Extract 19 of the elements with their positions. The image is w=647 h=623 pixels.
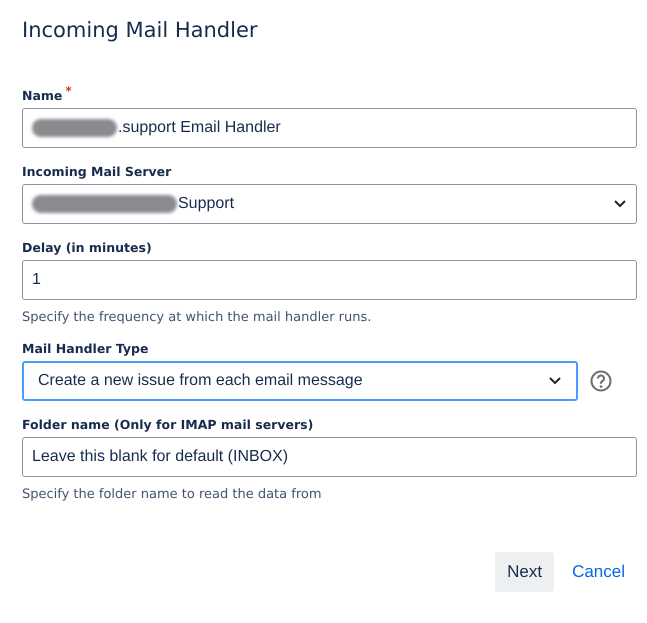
help-icon[interactable] bbox=[590, 370, 612, 392]
cancel-link[interactable]: Cancel bbox=[560, 552, 637, 592]
input-field[interactable]: .support Email Handler bbox=[22, 108, 637, 148]
dropdown-field[interactable]: Create a new issue from each email message bbox=[22, 361, 578, 401]
chevron-down-icon bbox=[613, 199, 627, 209]
dropdown-field[interactable]: Support bbox=[22, 184, 637, 224]
dialog-title: Incoming Mail Handler bbox=[22, 18, 259, 42]
field-label: Delay (in minutes) bbox=[22, 240, 152, 255]
chevron-down-icon bbox=[548, 376, 562, 386]
field-label: Folder name (Only for IMAP mail servers) bbox=[22, 417, 314, 432]
field-label: Mail Handler Type bbox=[22, 341, 148, 356]
input-field[interactable]: 1 bbox=[22, 260, 637, 300]
input-field[interactable]: Leave this blank for default (INBOX) bbox=[22, 437, 637, 477]
field-label: Incoming Mail Server bbox=[22, 164, 172, 179]
help-text: Specify the folder name to read the data from bbox=[22, 487, 322, 502]
help-text: Specify the frequency at which the mail handler runs. bbox=[22, 310, 372, 325]
field-label: Name bbox=[22, 88, 62, 103]
required-asterisk: * bbox=[65, 84, 72, 98]
next-button[interactable]: Next bbox=[495, 552, 554, 592]
